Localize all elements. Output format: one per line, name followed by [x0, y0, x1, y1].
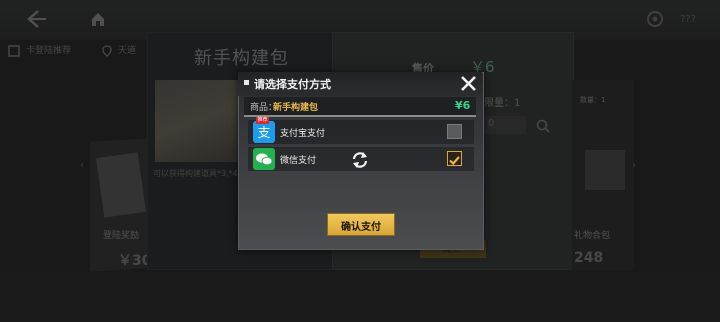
product-price: ¥6	[455, 99, 471, 112]
refresh-icon[interactable]	[350, 151, 370, 169]
wechat-icon	[253, 148, 275, 170]
close-icon[interactable]	[460, 75, 477, 92]
alipay-checkbox[interactable]	[447, 124, 462, 139]
wechat-label: 微信支付	[280, 156, 317, 166]
dialog-title: 请选择支付方式	[254, 78, 331, 91]
product-name: 新手构建包	[273, 103, 319, 113]
divider	[244, 115, 476, 117]
confirm-payment-button[interactable]: 确认支付	[327, 213, 395, 236]
title-bullet-icon	[244, 80, 249, 85]
payment-option-alipay[interactable]: 支 支付宝支付	[248, 120, 474, 144]
confirm-payment-label: 确认支付	[341, 222, 381, 233]
recommend-badge: 推荐	[256, 117, 269, 124]
alipay-icon: 支	[253, 121, 275, 143]
wechat-checkbox[interactable]	[447, 151, 462, 166]
svg-text:支: 支	[257, 126, 270, 141]
checkmark-icon	[449, 156, 460, 166]
alipay-label: 支付宝支付	[280, 129, 326, 139]
